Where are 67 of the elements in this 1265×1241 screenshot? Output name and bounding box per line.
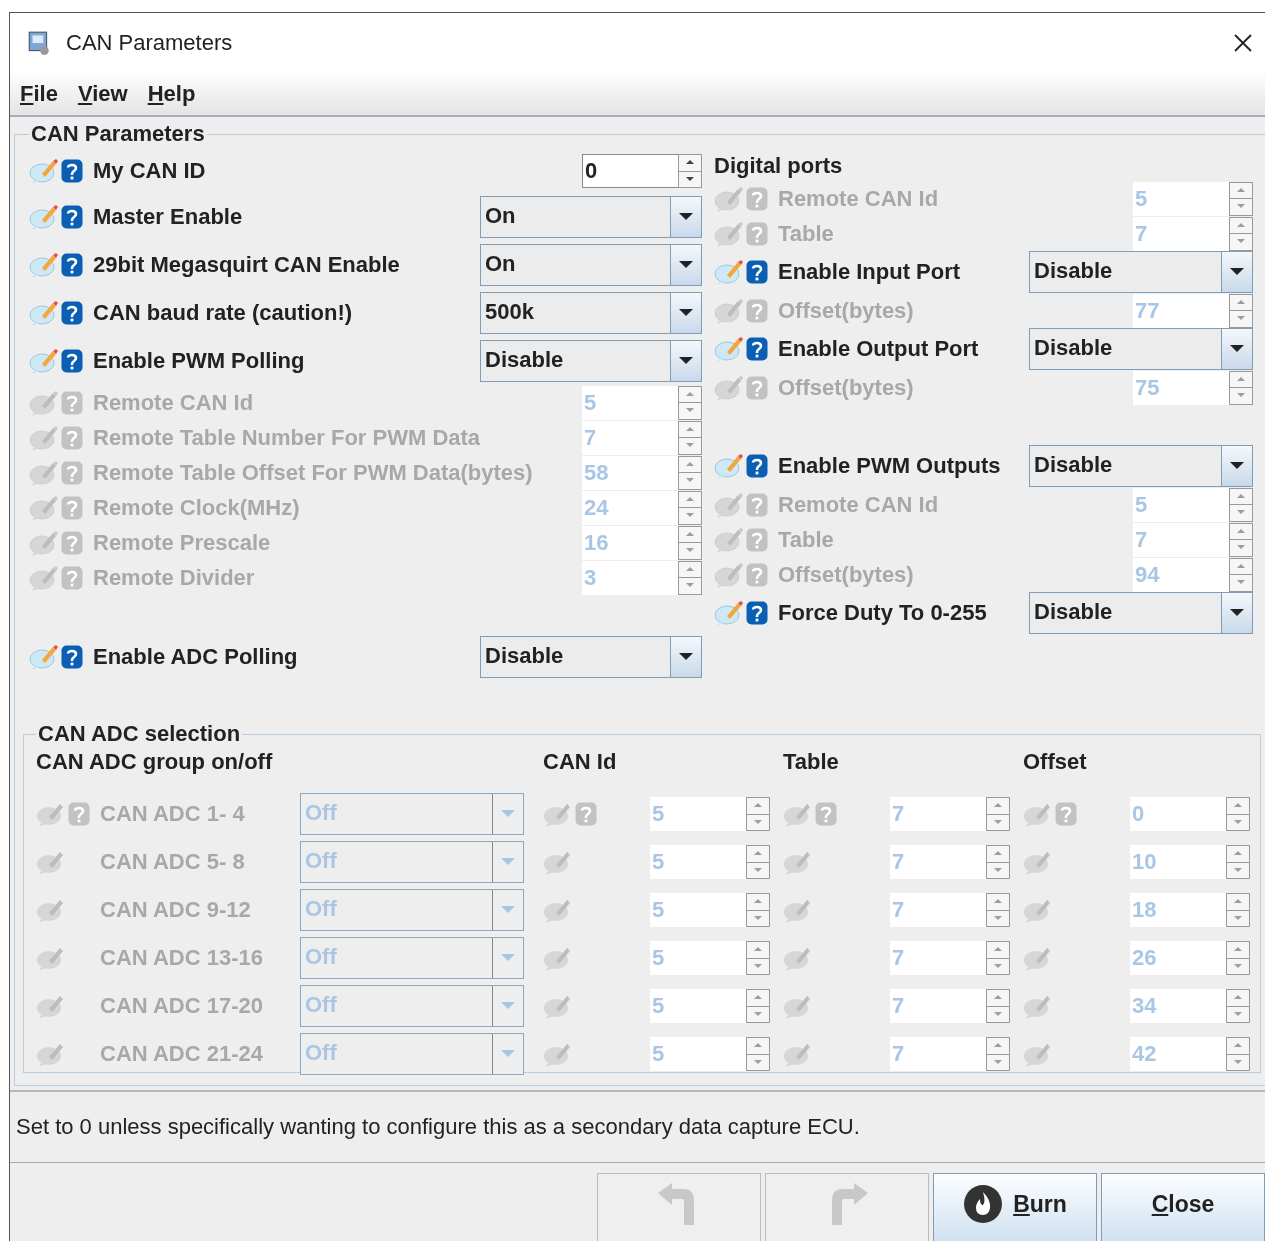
- field-label: 29bit Megasquirt CAN Enable: [93, 252, 401, 278]
- spinner-buttons[interactable]: [678, 154, 702, 188]
- menu-item[interactable]: View: [77, 81, 128, 107]
- field-label: Enable PWM Polling: [93, 348, 306, 374]
- field-label: Offset(bytes): [778, 374, 915, 401]
- field-label: Master Enable: [93, 204, 244, 230]
- number-field[interactable]: 0: [582, 154, 678, 188]
- help-icon[interactable]: [61, 205, 83, 229]
- field-label: Remote Divider: [93, 564, 256, 591]
- column-heading: Offset: [1023, 749, 1088, 776]
- field-label: CAN ADC 1- 4: [100, 801, 246, 827]
- dropdown[interactable]: Disable: [1029, 592, 1253, 634]
- help-icon[interactable]: [61, 645, 83, 669]
- dropdown[interactable]: Disable: [1029, 328, 1253, 370]
- field-label: Enable PWM Outputs: [778, 453, 1002, 479]
- field-label: CAN ADC 5- 8: [100, 849, 246, 875]
- field-label: Table: [778, 220, 835, 247]
- field-label: CAN ADC 17-20: [100, 993, 264, 1019]
- help-icon[interactable]: [746, 454, 768, 478]
- field-label: Offset(bytes): [778, 561, 915, 588]
- column-heading: CAN ADC group on/off: [36, 749, 274, 776]
- panel-title: CAN Parameters: [30, 121, 206, 147]
- field-label: Table: [778, 526, 835, 553]
- help-icon[interactable]: [61, 349, 83, 373]
- help-icon[interactable]: [61, 159, 83, 183]
- field-label: Remote CAN Id: [778, 185, 940, 212]
- help-icon[interactable]: [746, 337, 768, 361]
- help-icon[interactable]: [61, 301, 83, 325]
- field-label: Remote Table Offset For PWM Data(bytes): [93, 459, 534, 486]
- dropdown[interactable]: Disable: [480, 340, 702, 382]
- column-heading: CAN Id: [543, 749, 618, 776]
- help-icon[interactable]: [746, 260, 768, 284]
- field-label: CAN ADC 9-12: [100, 897, 252, 923]
- burn-button[interactable]: Burn: [933, 1173, 1097, 1241]
- field-label: Remote Clock(MHz): [93, 494, 301, 521]
- help-icon[interactable]: [61, 253, 83, 277]
- close-icon[interactable]: [1233, 33, 1253, 53]
- column-heading: Table: [783, 749, 840, 776]
- field-label: Remote CAN Id: [93, 389, 255, 416]
- dropdown[interactable]: Disable: [1029, 445, 1253, 487]
- app-icon: [26, 30, 52, 56]
- section-heading: Digital ports: [714, 152, 844, 180]
- field-label: CAN ADC 13-16: [100, 945, 264, 971]
- field-label: Remote Table Number For PWM Data: [93, 424, 482, 451]
- field-label: Enable Input Port: [778, 259, 962, 285]
- menu-item[interactable]: Help: [147, 81, 196, 107]
- window-title: CAN Parameters: [66, 30, 234, 56]
- help-icon[interactable]: [746, 601, 768, 625]
- field-label: Offset(bytes): [778, 297, 915, 324]
- dropdown[interactable]: Disable: [480, 636, 702, 678]
- field-label: Force Duty To 0-255: [778, 600, 988, 626]
- dropdown[interactable]: Disable: [1029, 251, 1253, 293]
- field-label: Remote CAN Id: [778, 491, 940, 518]
- panel-title: CAN ADC selection: [37, 721, 242, 747]
- dropdown[interactable]: On: [480, 196, 702, 238]
- field-label: My CAN ID: [93, 158, 207, 184]
- field-label: CAN baud rate (caution!): [93, 300, 354, 326]
- dropdown[interactable]: 500k: [480, 292, 702, 334]
- hint-text: Set to 0 unless specifically wanting to configure this as a secondary data capture ECU.: [16, 1114, 860, 1140]
- field-label: CAN ADC 21-24: [100, 1041, 264, 1067]
- field-label: Enable ADC Polling: [93, 644, 299, 670]
- field-label: Enable Output Port: [778, 336, 980, 362]
- menu-item[interactable]: File: [20, 81, 58, 107]
- flame-icon: [963, 1184, 1004, 1224]
- close-button[interactable]: Close: [1101, 1173, 1265, 1241]
- dropdown[interactable]: On: [480, 244, 702, 286]
- field-label: Remote Prescale: [93, 529, 272, 556]
